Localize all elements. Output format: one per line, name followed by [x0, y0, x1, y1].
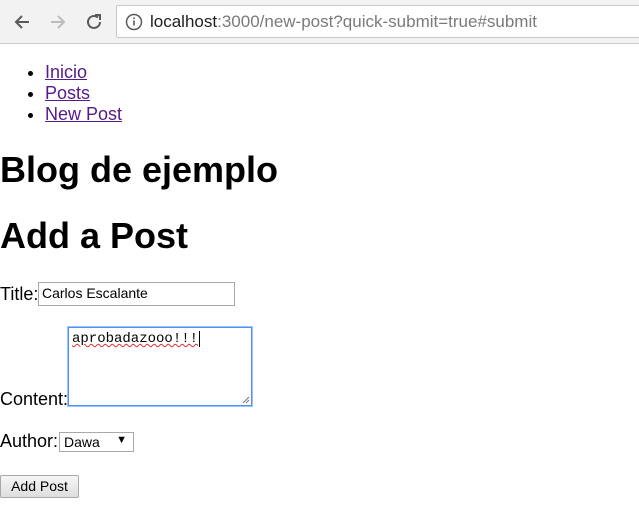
- back-button[interactable]: [10, 10, 34, 34]
- info-icon[interactable]: [125, 13, 143, 31]
- author-label: Author:: [0, 431, 59, 451]
- nav-item: Inicio: [45, 62, 122, 83]
- site-nav: Inicio Posts New Post: [0, 62, 122, 125]
- nav-link-inicio[interactable]: Inicio: [45, 62, 87, 82]
- add-post-button[interactable]: Add Post: [0, 475, 79, 498]
- arrow-left-icon: [14, 15, 29, 29]
- nav-item: New Post: [45, 104, 122, 125]
- arrow-right-icon: [51, 15, 66, 29]
- reload-icon: [87, 14, 101, 29]
- url-path: :3000/new-post?quick-submit=true#submit: [217, 12, 537, 31]
- title-input[interactable]: Carlos Escalante: [38, 282, 235, 306]
- reload-button[interactable]: [82, 10, 106, 34]
- browser-toolbar: localhost:3000/new-post?quick-submit=tru…: [0, 0, 639, 44]
- nav-link-posts[interactable]: Posts: [45, 83, 90, 103]
- nav-item: Posts: [45, 83, 122, 104]
- author-select[interactable]: Dawa ▼: [59, 432, 134, 452]
- content-textarea[interactable]: [68, 327, 252, 406]
- site-title: Blog de ejemplo: [0, 149, 279, 190]
- dropdown-arrow-icon: ▼: [116, 434, 127, 446]
- url-host: localhost: [150, 12, 218, 31]
- content-label: Content:: [0, 389, 69, 409]
- address-bar[interactable]: localhost:3000/new-post?quick-submit=tru…: [116, 5, 639, 38]
- resize-grip-icon[interactable]: [240, 394, 250, 404]
- form-title: Add a Post: [0, 215, 189, 256]
- url-text[interactable]: localhost:3000/new-post?quick-submit=tru…: [150, 12, 537, 32]
- author-selected-value: Dawa: [64, 434, 100, 450]
- forward-button[interactable]: [46, 10, 70, 34]
- nav-link-new-post[interactable]: New Post: [45, 104, 122, 124]
- title-label: Title:: [0, 284, 39, 304]
